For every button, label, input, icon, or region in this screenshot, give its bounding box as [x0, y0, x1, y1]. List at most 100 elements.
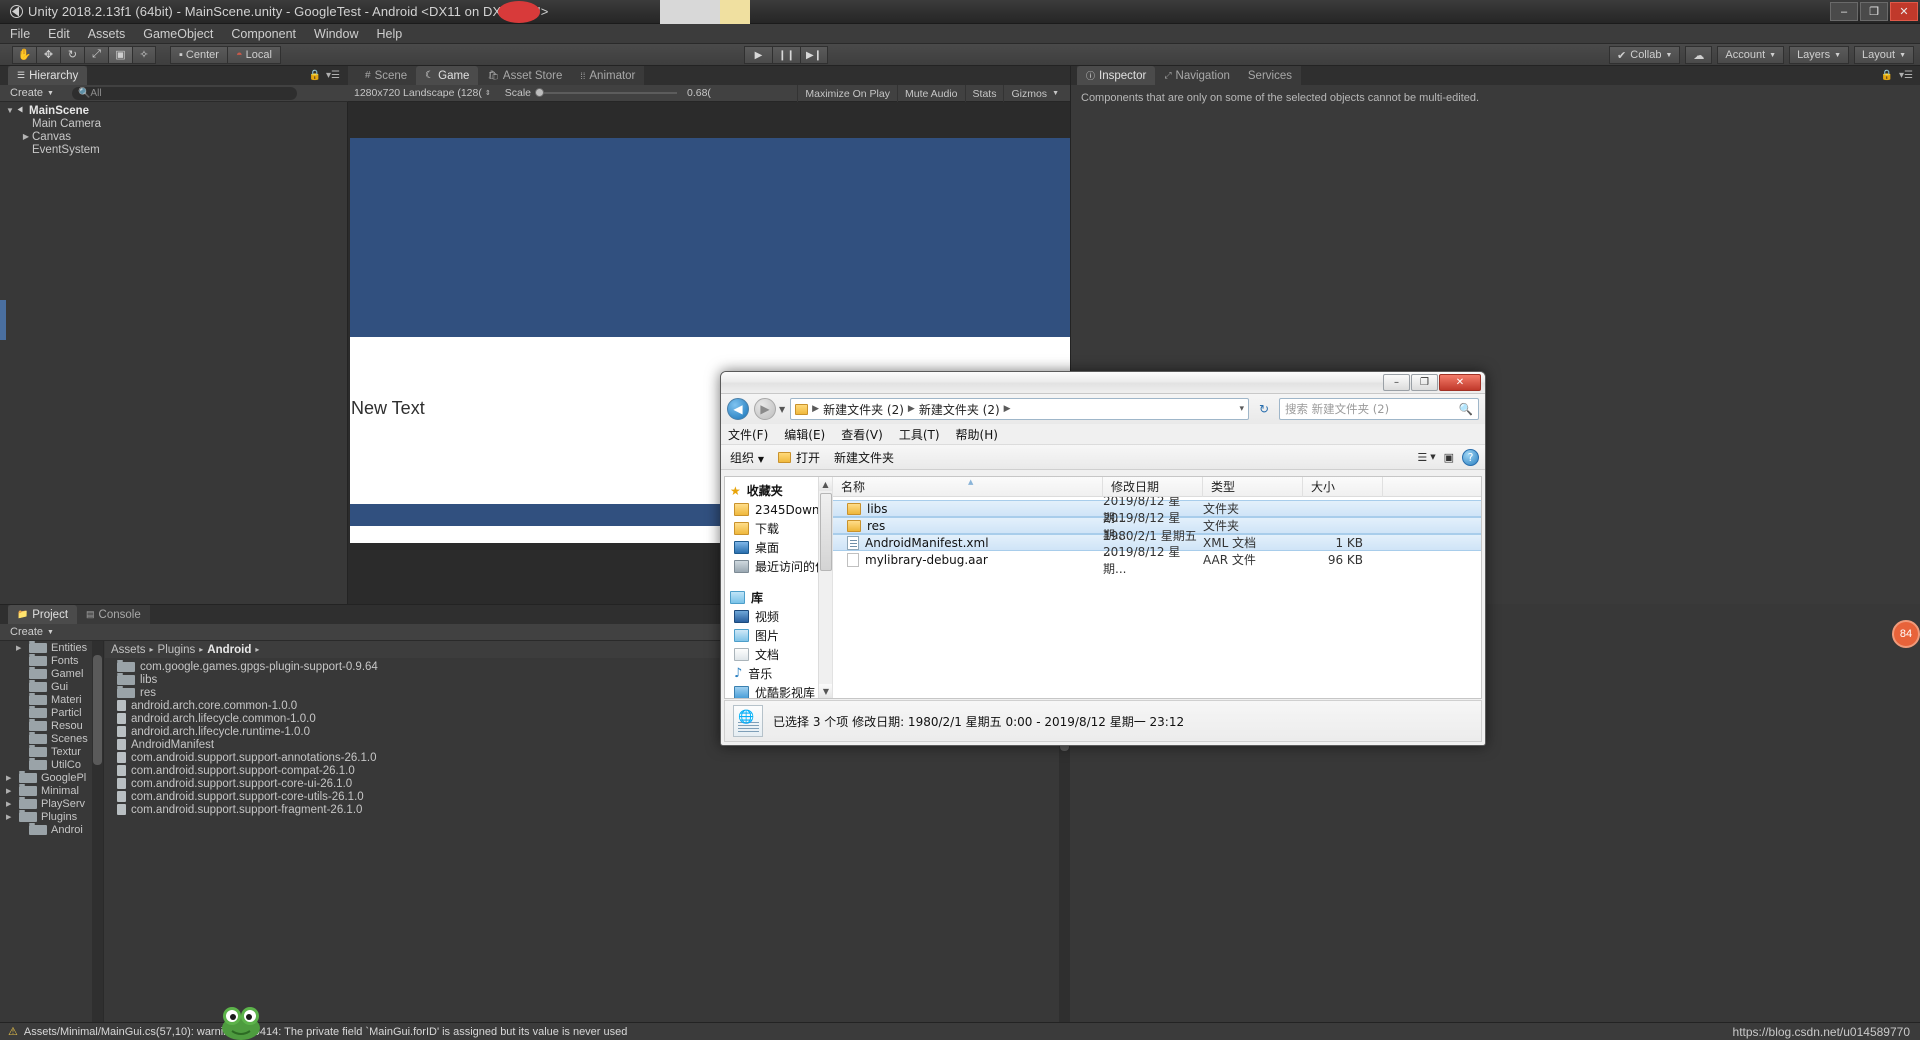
- expand-arrow-icon[interactable]: ▼: [4, 106, 16, 115]
- sidebar-scrollbar[interactable]: ▲ ▼: [818, 477, 832, 698]
- tab-animator[interactable]: ⁞⁞ Animator: [571, 66, 644, 85]
- scroll-up-arrow-icon[interactable]: ▲: [819, 477, 832, 491]
- organize-button[interactable]: 组织 ▼: [730, 449, 764, 466]
- expand-arrow-icon[interactable]: ▶: [6, 800, 15, 808]
- explorer-sidebar-item[interactable]: ★ 收藏夹: [725, 481, 832, 500]
- tab-services[interactable]: Services: [1239, 66, 1301, 85]
- menu-item-help[interactable]: Help: [376, 27, 402, 41]
- menu-item-edit[interactable]: Edit: [48, 27, 70, 41]
- scale-tool-icon[interactable]: ⤢: [84, 45, 108, 64]
- project-file-row[interactable]: com.android.support.support-annotations-…: [105, 751, 1070, 764]
- expand-arrow-icon[interactable]: ▶: [6, 813, 15, 821]
- project-file-row[interactable]: com.android.support.support-compat-26.1.…: [105, 764, 1070, 777]
- new-folder-button[interactable]: 新建文件夹: [834, 449, 894, 466]
- hierarchy-item-main-camera[interactable]: Main Camera: [0, 117, 348, 130]
- rotate-tool-icon[interactable]: ↻: [60, 45, 84, 64]
- project-tree-item[interactable]: Particl: [0, 706, 103, 719]
- project-tree-scrollbar[interactable]: [92, 641, 103, 1024]
- expand-arrow-icon[interactable]: ▶: [16, 644, 25, 652]
- game-scale-slider[interactable]: [535, 88, 677, 97]
- mute-audio-toggle[interactable]: Mute Audio: [896, 85, 965, 102]
- hand-tool-icon[interactable]: ✋: [12, 45, 36, 64]
- menu-item-window[interactable]: Window: [314, 27, 358, 41]
- menu-item-file[interactable]: File: [10, 27, 30, 41]
- hierarchy-item-eventsystem[interactable]: EventSystem: [0, 143, 348, 156]
- explorer-search-input[interactable]: 搜索 新建文件夹 (2) 🔍: [1279, 398, 1479, 420]
- cloud-button[interactable]: ☁: [1685, 46, 1713, 64]
- panel-menu-icon[interactable]: ▾☰: [1899, 70, 1913, 81]
- breadcrumb-plugins[interactable]: Plugins: [158, 644, 196, 656]
- explorer-file-row[interactable]: mylibrary-debug.aar 2019/8/12 星期... AAR 文件…: [833, 545, 1481, 576]
- project-tree-item[interactable]: Gui: [0, 680, 103, 693]
- explorer-menu-view[interactable]: 查看(V): [841, 426, 883, 443]
- explorer-sidebar-item[interactable]: 最近访问的位: [725, 557, 832, 576]
- pivot-toggle[interactable]: ▪ Center: [170, 45, 227, 64]
- menu-item-gameobject[interactable]: GameObject: [143, 27, 213, 41]
- explorer-menu-file[interactable]: 文件(F): [728, 426, 768, 443]
- tab-asset-store[interactable]: 🛍 Asset Store: [478, 66, 571, 85]
- hierarchy-search-input[interactable]: 🔍 All: [71, 86, 297, 100]
- tab-inspector[interactable]: ⓘ Inspector: [1077, 66, 1156, 85]
- hierarchy-create-button[interactable]: Create ▼: [10, 87, 54, 99]
- maximize-button[interactable]: ❐: [1860, 2, 1888, 21]
- explorer-menu-edit[interactable]: 编辑(E): [784, 426, 825, 443]
- transform-tool-icon[interactable]: ✧: [132, 45, 156, 64]
- open-button[interactable]: 打开: [778, 449, 820, 466]
- project-tree-item[interactable]: Resou: [0, 719, 103, 732]
- scroll-down-arrow-icon[interactable]: ▼: [819, 684, 832, 698]
- preview-pane-button[interactable]: ▣: [1444, 451, 1454, 464]
- stats-toggle[interactable]: Stats: [964, 85, 1004, 102]
- pause-button[interactable]: ❙❙: [772, 46, 800, 64]
- project-file-row[interactable]: com.android.support.support-fragment-26.…: [105, 803, 1070, 816]
- explorer-sidebar-item[interactable]: 优酷影视库: [725, 683, 832, 698]
- tab-scene[interactable]: # Scene: [356, 66, 416, 85]
- project-file-row[interactable]: com.android.support.support-core-utils-2…: [105, 790, 1070, 803]
- explorer-sidebar-item[interactable]: 视频: [725, 607, 832, 626]
- explorer-close-button[interactable]: ✕: [1439, 374, 1481, 391]
- step-button[interactable]: ▶❙: [800, 46, 828, 64]
- game-resolution-dropdown[interactable]: 1280x720 Landscape (128( ⇕: [354, 87, 491, 99]
- lock-icon[interactable]: 🔒: [309, 70, 321, 81]
- project-create-button[interactable]: Create ▼: [10, 626, 54, 638]
- address-crumb-2[interactable]: 新建文件夹 (2): [919, 401, 1000, 418]
- hierarchy-item-canvas[interactable]: ▶ Canvas: [0, 130, 348, 143]
- forward-button[interactable]: ▶: [754, 398, 776, 420]
- project-file-row[interactable]: com.android.support.support-core-ui-26.1…: [105, 777, 1070, 790]
- explorer-sidebar-item[interactable]: 下载: [725, 519, 832, 538]
- help-icon[interactable]: ?: [1462, 448, 1479, 466]
- explorer-menu-tools[interactable]: 工具(T): [899, 426, 940, 443]
- project-tree-item[interactable]: ▶ Plugins: [0, 810, 103, 823]
- column-header-date[interactable]: 修改日期: [1103, 477, 1203, 497]
- scrollbar-thumb[interactable]: [93, 655, 102, 765]
- tab-game[interactable]: ☾ Game: [416, 66, 479, 85]
- back-button[interactable]: ◀: [727, 398, 749, 420]
- search-icon[interactable]: 🔍: [1459, 402, 1473, 416]
- explorer-sidebar-item[interactable]: 桌面: [725, 538, 832, 557]
- lock-icon[interactable]: 🔒: [1881, 70, 1893, 81]
- explorer-menu-help[interactable]: 帮助(H): [956, 426, 998, 443]
- explorer-minimize-button[interactable]: –: [1383, 374, 1410, 391]
- hierarchy-item-mainscene[interactable]: ▼ MainScene: [0, 104, 348, 117]
- project-tree-item[interactable]: ▶ PlayServ: [0, 797, 103, 810]
- breadcrumb-android[interactable]: Android: [207, 644, 251, 656]
- minimize-button[interactable]: –: [1830, 2, 1858, 21]
- explorer-sidebar-item[interactable]: 2345Downlo: [725, 500, 832, 519]
- explorer-sidebar-item[interactable]: ♪ 音乐: [725, 664, 832, 683]
- maximize-on-play-toggle[interactable]: Maximize On Play: [797, 85, 897, 102]
- address-crumb-1[interactable]: 新建文件夹 (2): [823, 401, 904, 418]
- project-tree-item[interactable]: Fonts: [0, 654, 103, 667]
- tab-hierarchy[interactable]: ☰ Hierarchy: [8, 66, 88, 85]
- project-tree-item[interactable]: Androi: [0, 823, 103, 836]
- project-tree-item[interactable]: UtilCo: [0, 758, 103, 771]
- column-header-type[interactable]: 类型: [1203, 477, 1303, 497]
- explorer-maximize-button[interactable]: ❐: [1411, 374, 1438, 391]
- close-button[interactable]: ✕: [1890, 2, 1918, 21]
- layers-button[interactable]: Layers ▼: [1789, 46, 1850, 64]
- rect-tool-icon[interactable]: ▣: [108, 45, 132, 64]
- project-tree-item[interactable]: Scenes: [0, 732, 103, 745]
- scrollbar-thumb[interactable]: [820, 493, 832, 571]
- tab-project[interactable]: 📁 Project: [8, 605, 78, 624]
- recent-locations-chevron-icon[interactable]: ▼: [779, 405, 785, 414]
- menu-item-component[interactable]: Component: [231, 27, 296, 41]
- explorer-sidebar-item[interactable]: 文档: [725, 645, 832, 664]
